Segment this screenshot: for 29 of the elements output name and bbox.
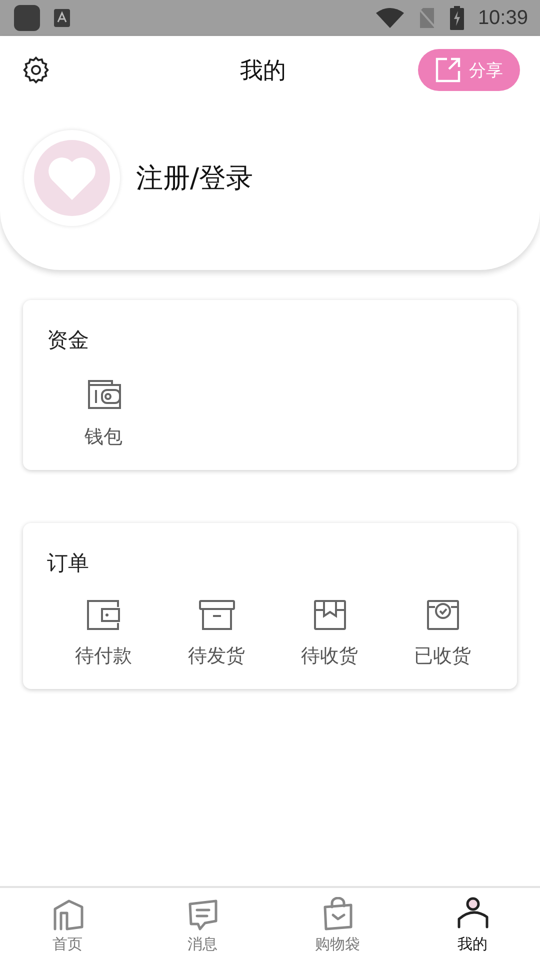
nav-tab[interactable]: 购物袋 <box>270 888 405 960</box>
shopping-bag-icon <box>322 897 354 931</box>
settings-icon[interactable] <box>22 56 50 84</box>
message-icon <box>186 899 218 931</box>
app-icon <box>14 5 40 31</box>
user-icon <box>456 897 490 931</box>
checked-box-icon <box>426 599 460 631</box>
menu-item-label[interactable]: 待付款 <box>75 643 132 669</box>
section-title: 资金 <box>47 327 90 354</box>
no-sim-icon <box>418 7 436 29</box>
share-icon <box>435 57 461 83</box>
section-title: 订单 <box>47 550 90 577</box>
nav-tab[interactable]: 首页 <box>0 888 135 960</box>
wallet-icon <box>86 599 122 631</box>
menu-item-label[interactable]: 待发货 <box>188 643 245 669</box>
status-time: 10:39 <box>478 6 528 30</box>
package-icon <box>312 599 346 631</box>
battery-charging-icon <box>450 6 464 30</box>
login-link[interactable]: 注册/登录 <box>136 160 254 196</box>
wifi-icon <box>376 8 404 28</box>
home-icon <box>52 899 84 931</box>
nav-tab[interactable]: 消息 <box>135 888 270 960</box>
keyboard-icon <box>54 9 70 27</box>
box-icon <box>198 599 236 631</box>
page-title: 我的 <box>240 56 286 86</box>
menu-item-label[interactable]: 已收货 <box>414 643 471 669</box>
menu-item-label[interactable]: 钱包 <box>84 424 122 450</box>
menu-item-label[interactable]: 待收货 <box>301 643 358 669</box>
nav-tab[interactable]: 我的 <box>405 888 540 960</box>
